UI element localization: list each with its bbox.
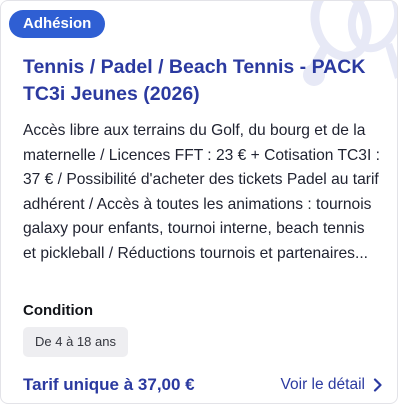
- membership-card[interactable]: Adhésion Tennis / Padel / Beach Tennis -…: [0, 0, 398, 404]
- card-description: Accès libre aux terrains du Golf, du bou…: [23, 122, 380, 262]
- card-title: Tennis / Padel / Beach Tennis - PACK TC3…: [23, 56, 366, 105]
- condition-label: Condition: [23, 302, 93, 319]
- view-details-label: Voir le détail: [280, 376, 365, 393]
- price-label: Tarif unique à 37,00 €: [23, 375, 195, 394]
- age-condition-chip: De 4 à 18 ans: [23, 327, 128, 357]
- membership-badge: Adhésion: [9, 10, 106, 38]
- view-details-link[interactable]: Voir le détail: [281, 373, 383, 397]
- chevron-right-icon: [373, 378, 382, 392]
